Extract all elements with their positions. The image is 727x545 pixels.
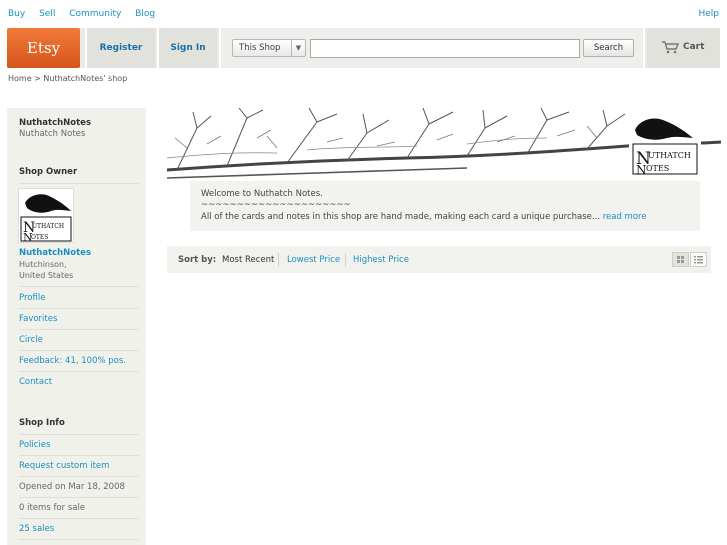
divider	[19, 476, 139, 477]
cart-button[interactable]: Cart	[647, 28, 720, 68]
welcome-description: All of the cards and notes in this shop …	[201, 212, 647, 222]
nav-sell-link[interactable]: Sell	[39, 9, 55, 19]
opened-date: Opened on Mar 18, 2008	[19, 482, 125, 492]
etsy-logo[interactable]: Etsy	[7, 28, 80, 68]
sign-in-button[interactable]: Sign In	[157, 28, 217, 68]
shop-banner: N UTHATCH N OTES	[167, 108, 721, 182]
top-nav: Buy Sell Community Blog Help	[8, 9, 719, 21]
svg-text:UTHATCH: UTHATCH	[32, 223, 64, 230]
welcome-description-text: All of the cards and notes in this shop …	[201, 212, 601, 222]
search-button[interactable]: Search	[583, 39, 634, 57]
shop-owner-heading: Shop Owner	[19, 167, 78, 177]
search-scope-select[interactable]: This Shop ▼	[232, 39, 306, 57]
items-for-sale-count: 0 items for sale	[19, 503, 86, 513]
search-area: This Shop ▼ Search	[219, 28, 645, 68]
shop-announcement: Welcome to Nuthatch Notes. ~~~~~~~~~~~~~…	[190, 181, 700, 231]
divider	[19, 434, 139, 435]
owner-location-country: United States	[19, 271, 74, 280]
header-bar: Etsy Register Sign In This Shop ▼ Search…	[7, 28, 720, 68]
divider	[19, 329, 139, 330]
svg-text:N: N	[636, 163, 647, 177]
request-custom-item-link[interactable]: Request custom item	[19, 461, 139, 471]
register-button[interactable]: Register	[85, 28, 155, 68]
nuthatch-bird-logo-icon: N UTHATCH N OTES	[20, 194, 72, 244]
shop-username: NuthatchNotes	[19, 118, 92, 128]
welcome-line: Welcome to Nuthatch Notes.	[201, 189, 323, 199]
favorites-link[interactable]: Favorites	[19, 314, 139, 324]
divider	[19, 371, 139, 372]
policies-link[interactable]: Policies	[19, 440, 139, 450]
sort-lowest-price[interactable]: Lowest Price	[287, 255, 340, 265]
sales-link[interactable]: 25 sales	[19, 524, 139, 534]
divider	[19, 455, 139, 456]
owner-avatar[interactable]: N UTHATCH N OTES	[18, 188, 74, 244]
divider	[345, 253, 346, 267]
branches-banner-image: N UTHATCH N OTES	[167, 108, 721, 182]
list-icon	[694, 256, 703, 264]
profile-link[interactable]: Profile	[19, 293, 139, 303]
owner-location-city: Hutchinson,	[19, 260, 67, 269]
divider	[19, 518, 139, 519]
help-link[interactable]: Help	[698, 9, 719, 19]
cart-icon	[662, 41, 679, 54]
circle-link[interactable]: Circle	[19, 335, 139, 345]
grid-view-button[interactable]	[672, 252, 689, 267]
svg-text:OTES: OTES	[646, 164, 669, 173]
divider	[278, 253, 279, 267]
welcome-tilde-line: ~~~~~~~~~~~~~~~~~~~~~	[201, 200, 351, 210]
shop-info-heading: Shop Info	[19, 418, 65, 428]
sort-label: Sort by:	[178, 255, 217, 265]
svg-text:UTHATCH: UTHATCH	[648, 151, 691, 160]
divider	[19, 183, 139, 184]
search-scope-value: This Shop	[239, 43, 281, 53]
sort-highest-price[interactable]: Highest Price	[353, 255, 409, 265]
shop-name: Nuthatch Notes	[19, 129, 86, 139]
nav-blog-link[interactable]: Blog	[135, 9, 155, 19]
sort-bar: Sort by: Most Recent Lowest Price Highes…	[167, 246, 711, 273]
search-input[interactable]	[310, 39, 580, 58]
sort-most-recent[interactable]: Most Recent	[222, 255, 274, 265]
grid-icon	[677, 256, 684, 263]
svg-text:OTES: OTES	[31, 234, 48, 241]
divider	[19, 308, 139, 309]
top-nav-links: Buy Sell Community Blog	[8, 9, 166, 19]
nav-community-link[interactable]: Community	[69, 9, 121, 19]
list-view-button[interactable]	[690, 252, 707, 267]
owner-name-link[interactable]: NuthatchNotes	[19, 248, 139, 258]
contact-link[interactable]: Contact	[19, 377, 139, 387]
cart-label: Cart	[683, 42, 705, 52]
shop-sidebar: NuthatchNotes Nuthatch Notes Shop Owner …	[7, 108, 146, 545]
divider	[19, 350, 139, 351]
nav-buy-link[interactable]: Buy	[8, 9, 25, 19]
divider	[19, 497, 139, 498]
breadcrumb: Home > NuthatchNotes' shop	[8, 74, 128, 83]
divider	[19, 539, 139, 540]
read-more-link[interactable]: read more	[603, 212, 647, 222]
divider	[19, 286, 139, 287]
chevron-down-icon: ▼	[291, 40, 305, 56]
feedback-link[interactable]: Feedback: 41, 100% pos.	[19, 356, 139, 366]
